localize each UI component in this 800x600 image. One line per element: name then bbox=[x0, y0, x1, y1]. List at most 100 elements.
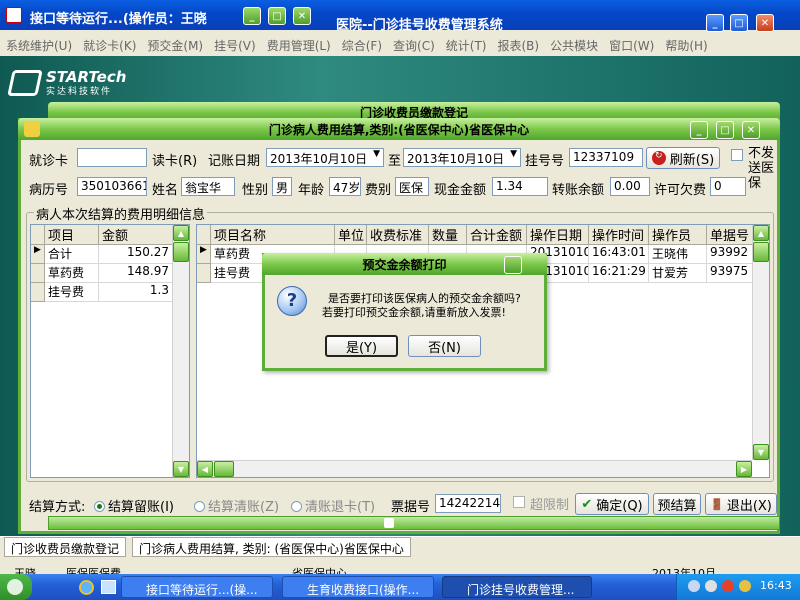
settle-window-titlebar[interactable]: 门诊病人费用结算,类别:(省医保中心)省医保中心 bbox=[18, 118, 780, 140]
detail-header[interactable]: 数量 bbox=[429, 225, 467, 245]
scroll-thumb[interactable] bbox=[173, 242, 189, 262]
scroll-right-icon[interactable]: ▶ bbox=[736, 461, 752, 477]
menu-item[interactable]: 帮助(H) bbox=[665, 39, 707, 53]
detail-scrollbar[interactable]: ▲ ▼ bbox=[752, 225, 769, 460]
dialog-close-icon[interactable] bbox=[504, 256, 522, 274]
table-row[interactable]: ▶ 合计 150.27 bbox=[31, 245, 189, 264]
name-input[interactable]: 翁宝华 bbox=[181, 177, 235, 196]
radio-refund-card[interactable]: 清账退卡(T) bbox=[291, 496, 375, 515]
chevron-down-icon[interactable]: ▼ bbox=[510, 149, 517, 159]
detail-group-title: 病人本次结算的费用明细信息 bbox=[34, 204, 208, 223]
record-no-input[interactable]: 350103661: bbox=[77, 177, 147, 196]
detail-cell: 甘爱芳 bbox=[649, 264, 707, 283]
taskbar-item-outpatient[interactable]: 门诊挂号收费管理... bbox=[442, 576, 592, 598]
age-input[interactable]: 47岁 bbox=[329, 177, 361, 196]
tray-network-icon[interactable] bbox=[688, 580, 700, 592]
allowed-debt-input[interactable]: 0 bbox=[710, 177, 746, 196]
minimize-icon[interactable]: _ bbox=[243, 7, 261, 25]
detail-header[interactable]: 操作时间 bbox=[589, 225, 649, 245]
menu-item[interactable]: 查询(C) bbox=[393, 39, 435, 53]
date-to-select[interactable]: 2013年10月10日 ▼ bbox=[403, 148, 521, 167]
main-close-icon[interactable]: ✕ bbox=[756, 14, 774, 32]
settle-close-icon[interactable]: ✕ bbox=[742, 121, 760, 139]
confirm-button[interactable]: ✔ 确定(Q) bbox=[575, 493, 649, 515]
menu-item[interactable]: 窗口(W) bbox=[609, 39, 654, 53]
cash-balance-input[interactable]: 1.34 bbox=[492, 177, 548, 196]
summary-scrollbar[interactable]: ▲ ▼ bbox=[172, 225, 189, 477]
reg-no-input[interactable]: 12337109 bbox=[569, 148, 643, 167]
table-row[interactable]: 挂号费 1.3 bbox=[31, 283, 189, 302]
detail-header[interactable]: 项目名称 bbox=[211, 225, 335, 245]
scroll-down-icon[interactable]: ▼ bbox=[753, 444, 769, 460]
taskbar-item-maternity[interactable]: 生育收费接口(操作... bbox=[282, 576, 434, 598]
quicklaunch-desktop-icon[interactable] bbox=[101, 580, 116, 594]
summary-cell: 合计 bbox=[45, 245, 99, 264]
invoice-no-input[interactable]: 14242214 bbox=[435, 494, 501, 513]
maximize-icon[interactable]: □ bbox=[268, 7, 286, 25]
settle-maximize-icon[interactable]: □ bbox=[716, 121, 734, 139]
quicklaunch-ie-icon[interactable] bbox=[79, 580, 94, 595]
tray-security-icon[interactable] bbox=[722, 580, 734, 592]
menu-item[interactable]: 费用管理(L) bbox=[267, 39, 331, 53]
detail-header[interactable]: 操作员 bbox=[649, 225, 707, 245]
mdi-tab-settlement[interactable]: 门诊病人费用结算, 类别: (省医保中心)省医保中心 bbox=[132, 537, 411, 557]
read-card-label[interactable]: 读卡(R) bbox=[152, 150, 197, 169]
detail-hscrollbar[interactable]: ◀ ▶ bbox=[197, 460, 752, 477]
summary-header[interactable]: 项目 bbox=[45, 225, 99, 245]
no-invoice-checkbox[interactable] bbox=[731, 149, 743, 161]
menu-item[interactable]: 公共模块 bbox=[550, 39, 598, 53]
menu-item[interactable]: 预交金(M) bbox=[147, 39, 203, 53]
detail-header[interactable]: 合计金额 bbox=[467, 225, 527, 245]
radio-clear-account[interactable]: 结算清账(Z) bbox=[194, 496, 279, 515]
scroll-up-icon[interactable]: ▲ bbox=[173, 225, 189, 241]
menu-item[interactable]: 报表(B) bbox=[497, 39, 539, 53]
main-minimize-icon[interactable]: _ bbox=[706, 14, 724, 32]
date-label: 记账日期 bbox=[208, 154, 261, 169]
menu-item[interactable]: 就诊卡(K) bbox=[83, 39, 136, 53]
summary-header[interactable]: 金额 bbox=[99, 225, 173, 245]
tray-audio-icon[interactable] bbox=[739, 580, 751, 592]
yes-button[interactable]: 是(Y) bbox=[325, 335, 398, 357]
scroll-down-icon[interactable]: ▼ bbox=[173, 461, 189, 477]
summary-cell: 草药费 bbox=[45, 264, 99, 283]
scroll-thumb[interactable] bbox=[214, 461, 234, 477]
transfer-balance-label: 转账余额 bbox=[552, 183, 605, 198]
detail-header[interactable]: 收费标准 bbox=[367, 225, 429, 245]
summary-header-spacer bbox=[31, 225, 45, 245]
exit-button[interactable]: 🚪 退出(X) bbox=[705, 493, 777, 515]
scroll-thumb[interactable] bbox=[753, 242, 769, 262]
fee-type-label: 费别 bbox=[365, 183, 392, 198]
detail-header[interactable]: 操作日期 bbox=[527, 225, 589, 245]
settle-minimize-icon[interactable]: _ bbox=[690, 121, 708, 139]
card-input[interactable] bbox=[77, 148, 147, 167]
fee-type-input[interactable]: 医保 bbox=[395, 177, 429, 196]
detail-header[interactable]: 单位 bbox=[335, 225, 367, 245]
over-limit-checkbox[interactable] bbox=[513, 496, 525, 508]
scroll-up-icon[interactable]: ▲ bbox=[753, 225, 769, 241]
taskbar-item-interface[interactable]: 接口等待运行...(操... bbox=[121, 576, 273, 598]
transfer-balance-input[interactable]: 0.00 bbox=[610, 177, 650, 196]
gender-label: 性别 bbox=[242, 183, 269, 198]
mdi-tab-cashier[interactable]: 门诊收费员缴款登记 bbox=[4, 537, 127, 557]
presettle-button[interactable]: 预结算 bbox=[653, 493, 701, 515]
main-maximize-icon[interactable]: □ bbox=[730, 14, 748, 32]
no-button[interactable]: 否(N) bbox=[408, 335, 481, 357]
gender-input[interactable]: 男 bbox=[272, 177, 292, 196]
radio-keep-account[interactable]: 结算留账(I) bbox=[94, 496, 174, 515]
menu-item[interactable]: 统计(T) bbox=[446, 39, 487, 53]
progress-dot bbox=[384, 518, 394, 528]
close-icon[interactable]: ✕ bbox=[293, 7, 311, 25]
scroll-left-icon[interactable]: ◀ bbox=[197, 461, 213, 477]
summary-cell: 148.97 bbox=[99, 264, 173, 283]
menu-item[interactable]: 综合(F) bbox=[342, 39, 382, 53]
date-from-select[interactable]: 2013年10月10日 ▼ bbox=[266, 148, 384, 167]
check-icon: ✔ bbox=[581, 496, 593, 512]
tray-volume-icon[interactable] bbox=[705, 580, 717, 592]
menu-item[interactable]: 系统维护(U) bbox=[6, 39, 72, 53]
refresh-button[interactable]: ↻ 刷新(S) bbox=[646, 147, 720, 169]
detail-header[interactable]: 单据号 bbox=[707, 225, 753, 245]
row-header bbox=[197, 264, 211, 283]
table-row[interactable]: 草药费 148.97 bbox=[31, 264, 189, 283]
menu-item[interactable]: 挂号(V) bbox=[214, 39, 256, 53]
chevron-down-icon[interactable]: ▼ bbox=[373, 149, 380, 159]
